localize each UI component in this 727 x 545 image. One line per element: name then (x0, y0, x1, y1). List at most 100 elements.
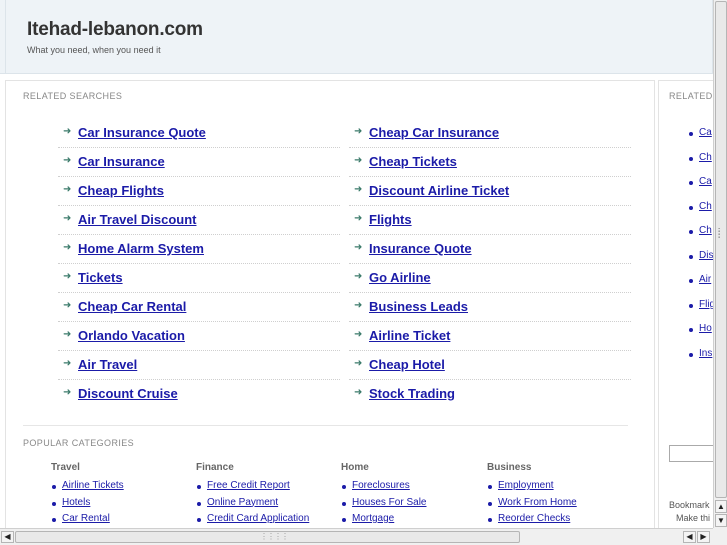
related-search-link[interactable]: Cheap Flights (78, 183, 164, 198)
related-search-link[interactable]: Business Leads (369, 299, 468, 314)
related-search-link[interactable]: Cheap Hotel (369, 357, 445, 372)
left-arrow-icon[interactable]: ◀ (1, 531, 14, 543)
related-search-link[interactable]: Discount Airline Ticket (369, 183, 509, 198)
related-search-item[interactable]: ➜ Airline Ticket (349, 322, 631, 351)
sidebar-link[interactable]: Ca (699, 127, 712, 138)
sidebar-link[interactable]: Air (699, 274, 711, 285)
category-link[interactable]: Work From Home (498, 497, 577, 508)
category-item[interactable]: Reorder Checks (487, 512, 627, 528)
horizontal-scrollbar[interactable]: ◀ ⋮⋮⋮⋮ ◀ ▶ (0, 528, 713, 545)
make-homepage-text[interactable]: Make thi (676, 513, 710, 523)
category-item[interactable]: Credit Card Application (196, 512, 336, 528)
related-search-link[interactable]: Home Alarm System (78, 241, 204, 256)
category-link[interactable]: Free Credit Report (207, 480, 290, 491)
category-link[interactable]: Airline Tickets (62, 480, 124, 491)
related-search-item[interactable]: ➜ Air Travel (58, 351, 340, 380)
related-search-link[interactable]: Go Airline (369, 270, 431, 285)
category-link[interactable]: Houses For Sale (352, 497, 426, 508)
related-search-link[interactable]: Airline Ticket (369, 328, 450, 343)
related-search-link[interactable]: Air Travel (78, 357, 137, 372)
related-search-item[interactable]: ➜ Insurance Quote (349, 235, 631, 264)
related-search-link[interactable]: Cheap Car Rental (78, 299, 186, 314)
related-search-link[interactable]: Flights (369, 212, 412, 227)
horizontal-scroll-thumb[interactable]: ⋮⋮⋮⋮ (15, 531, 520, 543)
sidebar-item[interactable]: Ch (689, 224, 713, 238)
right-arrow-icon[interactable]: ▶ (697, 531, 710, 543)
related-search-link[interactable]: Cheap Car Insurance (369, 125, 499, 140)
related-search-item[interactable]: ➜ Discount Cruise (58, 380, 340, 409)
related-search-link[interactable]: Car Insurance Quote (78, 125, 206, 140)
sidebar-item[interactable]: Ch (689, 151, 713, 165)
sidebar-item[interactable]: Ca (689, 175, 713, 189)
sidebar-link[interactable]: Ca (699, 176, 712, 187)
vertical-scrollbar[interactable]: ▪ ▪ ▪ ▪ ▲ ▼ (713, 0, 727, 528)
site-title[interactable]: Itehad-lebanon.com (27, 19, 203, 41)
sidebar-link[interactable]: Dis (699, 250, 713, 261)
category-item[interactable]: Employment (487, 479, 627, 496)
related-search-link[interactable]: Tickets (78, 270, 123, 285)
bullet-icon (689, 353, 693, 357)
sidebar-item[interactable]: Ca (689, 126, 713, 140)
related-search-link[interactable]: Orlando Vacation (78, 328, 185, 343)
category-item[interactable]: Car Rental (51, 512, 191, 528)
related-search-link[interactable]: Insurance Quote (369, 241, 472, 256)
related-search-item[interactable]: ➜ Tickets (58, 264, 340, 293)
category-item[interactable]: Mortgage (341, 512, 481, 528)
related-search-item[interactable]: ➜ Air Travel Discount (58, 206, 340, 235)
related-search-link[interactable]: Car Insurance (78, 154, 165, 169)
sidebar-link[interactable]: Flig (699, 299, 713, 310)
category-column-travel: Travel Airline Tickets Hotels Car Rental (51, 462, 191, 528)
down-arrow-icon[interactable]: ▼ (715, 514, 727, 527)
related-search-item[interactable]: ➜ Cheap Hotel (349, 351, 631, 380)
related-search-link[interactable]: Cheap Tickets (369, 154, 457, 169)
related-search-item[interactable]: ➜ Cheap Flights (58, 177, 340, 206)
related-search-item[interactable]: ➜ Cheap Tickets (349, 148, 631, 177)
sidebar-link[interactable]: Ho (699, 323, 712, 334)
category-link[interactable]: Credit Card Application (207, 513, 309, 524)
related-search-item[interactable]: ➜ Orlando Vacation (58, 322, 340, 351)
related-search-link[interactable]: Air Travel Discount (78, 212, 196, 227)
related-search-item[interactable]: ➜ Discount Airline Ticket (349, 177, 631, 206)
related-search-item[interactable]: ➜ Business Leads (349, 293, 631, 322)
sidebar-item[interactable]: Dis (689, 249, 713, 263)
bullet-icon (488, 518, 492, 522)
category-link[interactable]: Hotels (62, 497, 90, 508)
sidebar-link[interactable]: Ch (699, 201, 712, 212)
category-item[interactable]: Hotels (51, 496, 191, 513)
sidebar-item[interactable]: Air (689, 273, 713, 287)
related-search-item[interactable]: ➜ Cheap Car Rental (58, 293, 340, 322)
sidebar-item[interactable]: Ins (689, 347, 713, 361)
sidebar-item[interactable]: Flig (689, 298, 713, 312)
category-item[interactable]: Online Payment (196, 496, 336, 513)
up-arrow-icon[interactable]: ▲ (715, 500, 727, 513)
category-link[interactable]: Mortgage (352, 513, 394, 524)
category-link[interactable]: Reorder Checks (498, 513, 570, 524)
related-search-link[interactable]: Stock Trading (369, 386, 455, 401)
sidebar-search-input[interactable] (669, 445, 713, 462)
bookmark-text[interactable]: Bookmark (669, 500, 710, 510)
related-search-item[interactable]: ➜ Go Airline (349, 264, 631, 293)
sidebar-link[interactable]: Ch (699, 152, 712, 163)
category-link[interactable]: Foreclosures (352, 480, 410, 491)
sidebar-item[interactable]: Ch (689, 200, 713, 214)
sidebar-link[interactable]: Ch (699, 225, 712, 236)
related-search-item[interactable]: ➜ Home Alarm System (58, 235, 340, 264)
related-search-item[interactable]: ➜ Car Insurance (58, 148, 340, 177)
sidebar-link[interactable]: Ins (699, 348, 712, 359)
category-link[interactable]: Employment (498, 480, 554, 491)
category-item[interactable]: Work From Home (487, 496, 627, 513)
category-link[interactable]: Car Rental (62, 513, 110, 524)
vertical-scroll-thumb[interactable]: ▪ ▪ ▪ ▪ (715, 1, 727, 498)
related-search-item[interactable]: ➜ Stock Trading (349, 380, 631, 409)
category-link[interactable]: Online Payment (207, 497, 278, 508)
category-item[interactable]: Free Credit Report (196, 479, 336, 496)
related-search-item[interactable]: ➜ Car Insurance Quote (58, 119, 340, 148)
category-item[interactable]: Houses For Sale (341, 496, 481, 513)
category-item[interactable]: Foreclosures (341, 479, 481, 496)
category-item[interactable]: Airline Tickets (51, 479, 191, 496)
sidebar-item[interactable]: Ho (689, 322, 713, 336)
related-search-item[interactable]: ➜ Flights (349, 206, 631, 235)
related-search-item[interactable]: ➜ Cheap Car Insurance (349, 119, 631, 148)
left-arrow-icon[interactable]: ◀ (683, 531, 696, 543)
related-search-link[interactable]: Discount Cruise (78, 386, 178, 401)
